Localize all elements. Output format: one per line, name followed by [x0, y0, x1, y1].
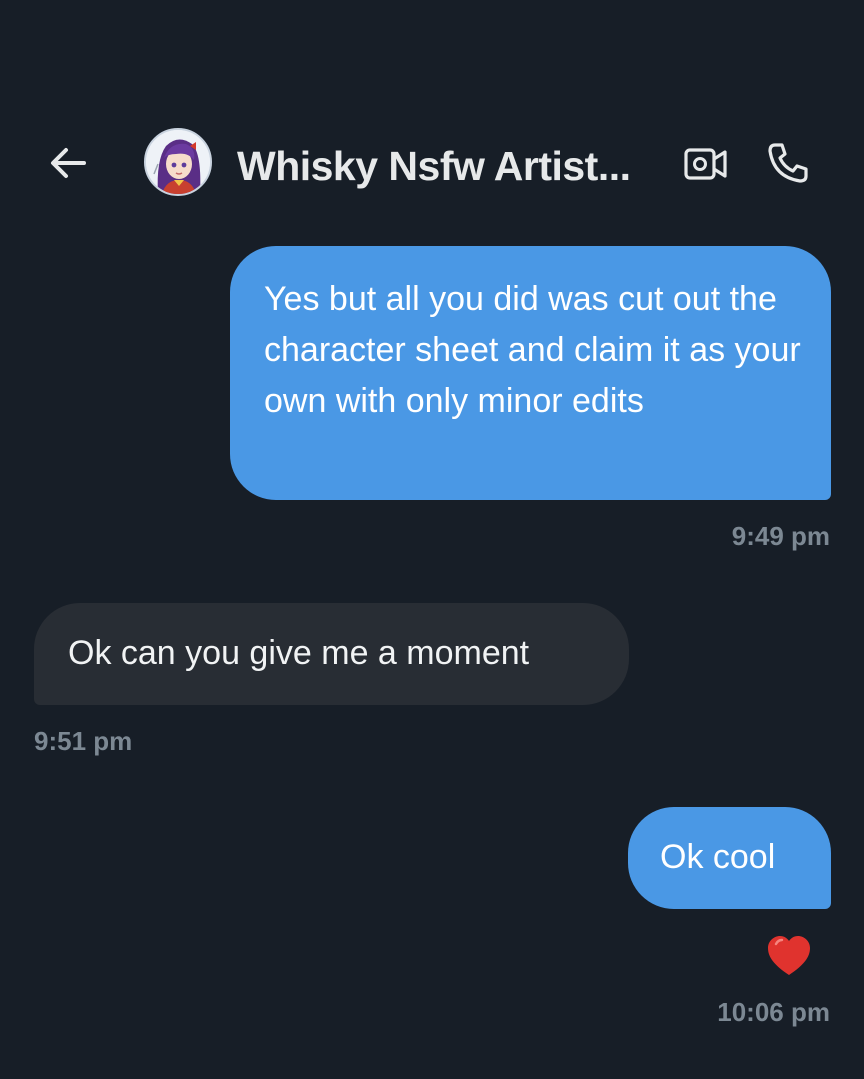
outgoing-message-bubble[interactable]: Yes but all you did was cut out the char… [230, 246, 831, 500]
red-heart-icon [768, 936, 810, 975]
message-timestamp: 10:06 pm [717, 997, 830, 1027]
conversation-title[interactable]: Whisky Nsfw Artist... [237, 142, 657, 190]
video-call-button[interactable] [680, 140, 732, 188]
back-button[interactable] [40, 138, 96, 188]
incoming-message-bubble[interactable]: Ok can you give me a moment [34, 603, 629, 705]
phone-icon [768, 143, 808, 183]
avatar[interactable] [144, 128, 212, 196]
heart-reaction[interactable] [766, 934, 812, 978]
message-timestamp: 9:51 pm [34, 726, 133, 756]
arrow-left-icon [51, 148, 86, 178]
message-timestamp: 9:49 pm [731, 521, 830, 551]
conversation-header: Whisky Nsfw Artist... [0, 120, 864, 210]
video-camera-icon [684, 148, 727, 180]
outgoing-message-bubble[interactable]: Ok cool [628, 807, 831, 909]
anime-girl-avatar-icon [146, 130, 210, 194]
voice-call-button[interactable] [760, 137, 816, 189]
